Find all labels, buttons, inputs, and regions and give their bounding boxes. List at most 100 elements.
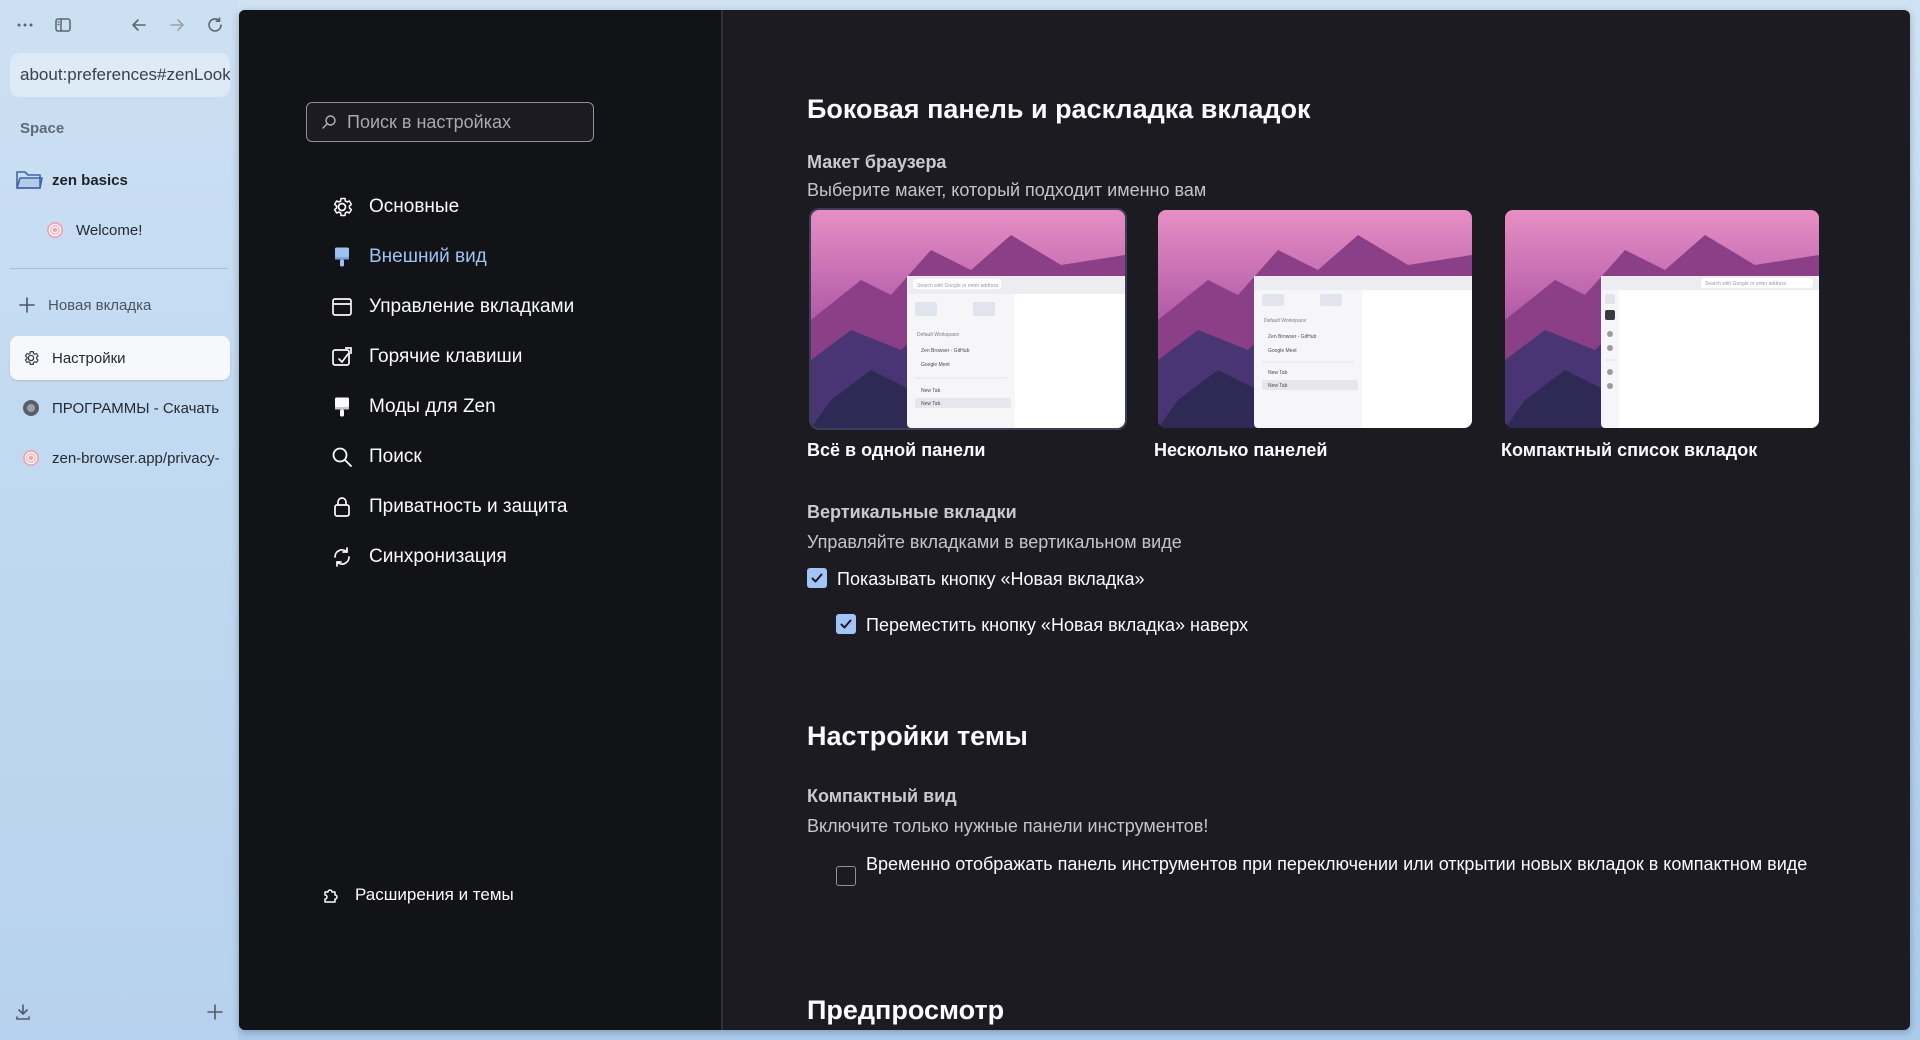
- paintbrush-icon: [329, 244, 355, 270]
- folder-icon: [16, 171, 43, 189]
- sidebar-toggle-icon[interactable]: [48, 10, 78, 40]
- preview-newtab-text: New Tab: [1268, 370, 1288, 376]
- preview-newtab-active-text: New Tab: [1268, 383, 1288, 389]
- vertical-tabs-heading: Вертикальные вкладки: [807, 502, 1017, 522]
- nav-item-sync[interactable]: Синхронизация: [329, 540, 507, 574]
- menu-dots-icon[interactable]: [10, 10, 40, 40]
- nav-item-general[interactable]: Основные: [329, 190, 459, 224]
- tab-programs[interactable]: ПРОГРАММЫ - Скачать: [10, 386, 230, 430]
- vertical-tabs-description: Управляйте вкладками в вертикальном виде: [807, 532, 1182, 552]
- nav-label: Моды для Zen: [369, 396, 496, 417]
- checkmark-icon: [811, 573, 823, 583]
- layout-heading: Макет браузера: [807, 152, 947, 172]
- layout-label-multiple: Несколько панелей: [1154, 440, 1328, 460]
- nav-label: Внешний вид: [369, 246, 487, 267]
- preview-meet-text: Google Meet: [1268, 348, 1297, 354]
- compact-toolbar-checkbox-row[interactable]: Временно отображать панель инструментов …: [836, 852, 1886, 886]
- preview-newtab-active-text: New Tab: [921, 401, 941, 407]
- nav-item-shortcuts[interactable]: Горячие клавиши: [329, 340, 522, 374]
- compact-toolbar-checkbox[interactable]: [836, 866, 856, 886]
- compact-toolbar-label: Временно отображать панель инструментов …: [866, 854, 1808, 874]
- forward-icon[interactable]: [162, 10, 192, 40]
- nav-item-privacy[interactable]: Приватность и защита: [329, 490, 567, 524]
- nav-label: Синхронизация: [369, 546, 507, 567]
- nav-item-tab-management[interactable]: Управление вкладками: [329, 290, 574, 324]
- move-newtab-checkbox[interactable]: [836, 614, 856, 634]
- section-title-theme: Настройки темы: [807, 721, 1028, 751]
- sidebar-toolbar: [10, 10, 230, 40]
- nav-label: Поиск: [369, 446, 422, 467]
- layout-description: Выберите макет, который подходит именно …: [807, 180, 1207, 200]
- plus-icon: [19, 297, 35, 313]
- preview-meet-text: Google Meet: [921, 362, 950, 368]
- sidebar-divider: [10, 268, 228, 269]
- settings-nav: Основные Внешний вид Управление вкладкам…: [239, 10, 721, 1030]
- paintbrush-icon: [329, 394, 355, 420]
- preview-search-text: Search with Google or enter address: [1705, 281, 1787, 287]
- layout-label-single: Всё в одной панели: [807, 440, 986, 460]
- folder-label: zen basics: [52, 171, 128, 189]
- new-tab-button[interactable]: Новая вкладка: [18, 296, 151, 314]
- settings-search-input[interactable]: [347, 111, 567, 133]
- gear-icon: [22, 349, 40, 367]
- preview-workspace-text: Default Workspace: [1264, 318, 1306, 324]
- back-icon[interactable]: [124, 10, 154, 40]
- url-bar[interactable]: about:preferences#zenLooks: [10, 53, 230, 97]
- nav-label: Приватность и защита: [369, 496, 568, 517]
- move-newtab-label: Переместить кнопку «Новая вкладка» навер…: [866, 615, 1249, 635]
- preview-newtab-text: New Tab: [921, 388, 941, 394]
- sync-icon: [329, 544, 355, 570]
- tab-label: zen-browser.app/privacy-: [52, 449, 220, 467]
- tab-zen-privacy[interactable]: zen-browser.app/privacy-: [10, 436, 230, 480]
- nav-item-zen-mods[interactable]: Моды для Zen: [329, 390, 496, 424]
- tab-label: ПРОГРАММЫ - Скачать: [52, 399, 220, 417]
- folder-zen-basics[interactable]: zen basics: [14, 166, 128, 194]
- space-label: Space: [20, 120, 65, 137]
- tab-label: Welcome!: [76, 221, 143, 239]
- layout-card-compact[interactable]: Search with Google or enter address: [1505, 210, 1819, 428]
- move-newtab-checkbox-row[interactable]: Переместить кнопку «Новая вкладка» навер…: [836, 613, 1248, 638]
- site-favicon-icon: [22, 399, 40, 417]
- search-icon: [322, 115, 336, 129]
- compact-mode-heading: Компактный вид: [807, 786, 957, 806]
- zen-logo-icon: [22, 449, 40, 467]
- show-newtab-checkbox[interactable]: [807, 568, 827, 588]
- window-icon: [329, 294, 355, 320]
- layout-label-compact: Компактный список вкладок: [1501, 440, 1758, 460]
- section-title-sidebar-layout: Боковая панель и раскладка вкладок: [807, 94, 1311, 124]
- add-workspace-icon[interactable]: [206, 1003, 228, 1025]
- lock-icon: [329, 494, 355, 520]
- browser-sidebar: about:preferences#zenLooks Space zen bas…: [0, 0, 238, 1040]
- nav-label: Горячие клавиши: [369, 346, 523, 367]
- nav-item-search[interactable]: Поиск: [329, 440, 422, 474]
- nav-item-appearance[interactable]: Внешний вид: [329, 240, 487, 274]
- checkmark-icon: [840, 619, 852, 629]
- nav-label: Управление вкладками: [369, 296, 575, 317]
- layout-card-single[interactable]: Search with Google or enter address Defa…: [811, 210, 1125, 428]
- section-title-preview: Предпросмотр: [807, 995, 1005, 1025]
- reload-icon[interactable]: [200, 10, 230, 40]
- tab-settings[interactable]: Настройки: [10, 336, 230, 380]
- layout-card-multiple[interactable]: Default Workspace Zen Browser - GitHub G…: [1158, 210, 1472, 428]
- show-newtab-label: Показывать кнопку «Новая вкладка»: [837, 569, 1145, 589]
- preview-github-text: Zen Browser - GitHub: [1268, 334, 1317, 340]
- zen-logo-icon: [46, 221, 64, 239]
- tab-welcome[interactable]: Welcome!: [34, 208, 230, 252]
- downloads-icon[interactable]: [14, 1003, 36, 1025]
- puzzle-icon: [324, 889, 338, 903]
- keyboard-shortcut-icon: [329, 344, 355, 370]
- extensions-themes-link[interactable]: Расширения и темы: [321, 885, 514, 905]
- nav-label: Основные: [369, 196, 460, 217]
- preview-workspace-text: Default Workspace: [917, 332, 959, 338]
- settings-content: Боковая панель и раскладка вкладок Макет…: [723, 10, 1910, 1030]
- preview-search-text: Search with Google or enter address: [917, 283, 999, 289]
- tab-label: Настройки: [52, 349, 126, 367]
- settings-window: Основные Внешний вид Управление вкладкам…: [239, 10, 1910, 1030]
- settings-search[interactable]: [306, 102, 594, 142]
- show-newtab-checkbox-row[interactable]: Показывать кнопку «Новая вкладка»: [807, 567, 1145, 592]
- compact-mode-description: Включите только нужные панели инструмент…: [807, 816, 1209, 836]
- preview-github-text: Zen Browser - GitHub: [921, 348, 970, 354]
- new-tab-label: Новая вкладка: [48, 296, 152, 314]
- gear-icon: [329, 194, 355, 220]
- extensions-label: Расширения и темы: [355, 885, 514, 904]
